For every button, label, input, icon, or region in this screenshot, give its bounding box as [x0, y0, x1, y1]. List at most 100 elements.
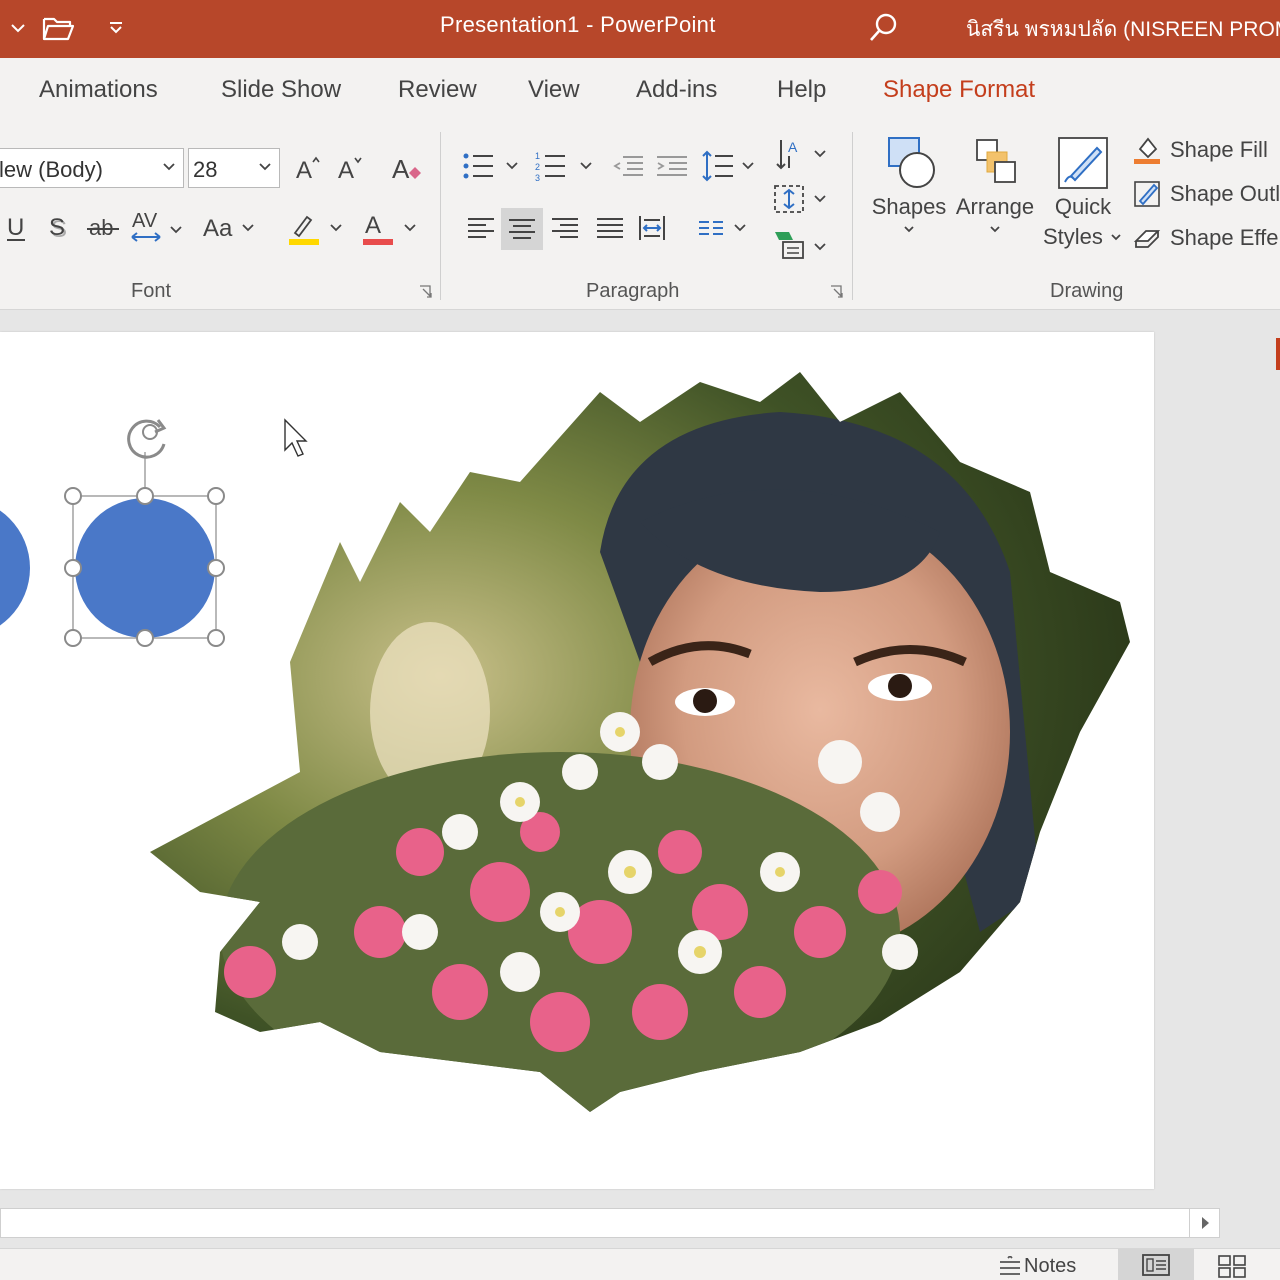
bullets-icon[interactable] — [458, 146, 524, 186]
group-separator — [440, 132, 441, 300]
normal-view-button[interactable] — [1118, 1249, 1194, 1280]
tab-slide-show[interactable]: Slide Show — [221, 76, 341, 104]
vertical-scrollbar[interactable] — [1256, 310, 1280, 1210]
chevron-down-icon — [259, 163, 271, 171]
quick-styles-label-2: Styles — [1042, 224, 1103, 249]
svg-text:ab: ab — [89, 215, 113, 240]
group-separator — [852, 132, 853, 300]
svg-text:AV: AV — [132, 210, 158, 232]
highlight-color-icon[interactable] — [284, 208, 348, 248]
svg-text:A: A — [338, 157, 354, 183]
shape-outline-label: Shape Outl — [1170, 181, 1280, 206]
paint-bucket-icon — [1134, 137, 1160, 164]
justify-icon[interactable] — [590, 208, 630, 248]
shape-effects-icon — [1133, 230, 1161, 248]
underline-icon[interactable]: U — [2, 210, 30, 246]
search-icon[interactable] — [866, 10, 906, 46]
scroll-right-icon[interactable] — [1189, 1209, 1219, 1237]
ribbon: lew (Body) 28 A A A U SS ab AV Aa A Font… — [0, 124, 1280, 310]
pen-outline-icon — [1134, 181, 1160, 207]
user-name[interactable]: นิสรีน พรหมปลัด (NISREEN PROM — [966, 13, 1280, 46]
align-right-icon[interactable] — [546, 208, 586, 248]
chevron-down-icon — [1111, 234, 1121, 241]
chevron-down-icon — [904, 226, 914, 233]
customize-quick-access-icon[interactable] — [98, 10, 134, 46]
window-title: Presentation1 - PowerPoint — [440, 12, 716, 37]
powerpoint-window: Presentation1 - PowerPoint นิสรีน พรหมปล… — [0, 0, 1280, 1280]
tab-animations[interactable]: Animations — [39, 76, 158, 104]
paragraph-group-label: Paragraph — [586, 280, 680, 302]
font-name-combo[interactable]: lew (Body) — [0, 148, 184, 188]
quick-styles-icon — [1058, 137, 1108, 189]
circle-shape-selected[interactable] — [64, 419, 225, 647]
svg-text:2: 2 — [535, 162, 540, 172]
drawing-group-label: Drawing — [1050, 280, 1124, 302]
align-left-icon[interactable] — [460, 208, 500, 248]
svg-text:U: U — [7, 214, 24, 241]
text-direction-icon[interactable]: A — [770, 132, 832, 176]
distributed-icon[interactable] — [632, 208, 672, 248]
shape-fill-button[interactable]: Shape Fill — [1132, 132, 1268, 168]
brush-cropped-photo[interactable] — [140, 372, 1140, 1132]
circle-shape-partial[interactable] — [0, 498, 30, 638]
tab-shape-format[interactable]: Shape Format — [883, 76, 1035, 104]
increase-indent-icon[interactable] — [652, 148, 692, 184]
font-size-value: 28 — [193, 157, 218, 182]
tab-help[interactable]: Help — [777, 76, 826, 104]
shapes-icon — [888, 137, 935, 188]
svg-text:3: 3 — [535, 173, 540, 183]
decrease-font-size-icon[interactable]: A — [332, 150, 368, 186]
chevron-down-icon — [990, 226, 1000, 233]
notes-icon — [1000, 1255, 1020, 1275]
strikethrough-icon[interactable]: ab — [86, 210, 120, 246]
notes-button[interactable]: Notes — [996, 1255, 1076, 1278]
decrease-indent-icon[interactable] — [608, 148, 648, 184]
horizontal-scrollbar[interactable] — [0, 1208, 1220, 1238]
font-color-icon[interactable]: A — [358, 208, 422, 248]
chevron-down-icon — [163, 163, 175, 171]
font-group-label: Font — [131, 280, 172, 302]
ribbon-tabs: Animations Slide Show Review View Add-in… — [0, 58, 1280, 124]
slide-sorter-icon — [1218, 1255, 1246, 1278]
svg-text:A: A — [788, 139, 798, 155]
arrange-label: Arrange — [955, 194, 1035, 219]
align-text-icon[interactable] — [770, 178, 832, 220]
font-size-combo[interactable]: 28 — [188, 148, 280, 188]
dialog-launcher-icon[interactable] — [829, 284, 845, 300]
slide-sorter-button[interactable] — [1212, 1253, 1252, 1279]
clear-formatting-icon[interactable]: A — [386, 148, 426, 188]
normal-view-icon — [1142, 1254, 1170, 1276]
character-spacing-icon[interactable]: AV — [128, 208, 186, 248]
line-spacing-icon[interactable] — [698, 146, 760, 186]
shape-effects-button[interactable]: Shape Effe — [1132, 220, 1278, 256]
title-bar: Presentation1 - PowerPoint นิสรีน พรหมปล… — [0, 0, 1280, 58]
numbering-icon[interactable]: 123 — [532, 146, 598, 186]
change-case-icon[interactable]: Aa — [200, 210, 260, 246]
quick-styles-label-1: Quick — [1054, 194, 1112, 219]
rotate-handle-icon[interactable] — [127, 419, 167, 459]
tab-review[interactable]: Review — [398, 76, 477, 104]
svg-text:Aa: Aa — [203, 215, 233, 242]
slide-canvas[interactable] — [0, 332, 1154, 1189]
shape-outline-button[interactable]: Shape Outl — [1132, 176, 1280, 212]
shape-fill-label: Shape Fill — [1170, 137, 1268, 162]
dialog-launcher-icon[interactable] — [418, 284, 434, 300]
quick-styles-button[interactable]: Quick Styles — [1040, 132, 1126, 252]
convert-to-smartart-icon[interactable] — [770, 224, 832, 266]
columns-icon[interactable] — [694, 210, 754, 246]
align-center-icon[interactable] — [501, 208, 543, 250]
font-name-value: lew (Body) — [0, 157, 103, 182]
shapes-button[interactable]: Shapes — [870, 132, 948, 236]
arrange-icon — [976, 139, 1016, 183]
shape-effects-label: Shape Effe — [1170, 225, 1279, 250]
svg-text:A: A — [296, 157, 312, 183]
mouse-cursor-icon — [284, 418, 308, 457]
open-folder-icon[interactable] — [40, 10, 76, 46]
notes-label: Notes — [1024, 1255, 1077, 1277]
tab-add-ins[interactable]: Add-ins — [636, 76, 717, 104]
tab-view[interactable]: View — [528, 76, 580, 104]
text-shadow-icon[interactable]: SS — [44, 210, 72, 246]
increase-font-size-icon[interactable]: A — [290, 150, 326, 186]
chevron-down-icon[interactable] — [0, 10, 36, 46]
arrange-button[interactable]: Arrange — [952, 132, 1038, 236]
